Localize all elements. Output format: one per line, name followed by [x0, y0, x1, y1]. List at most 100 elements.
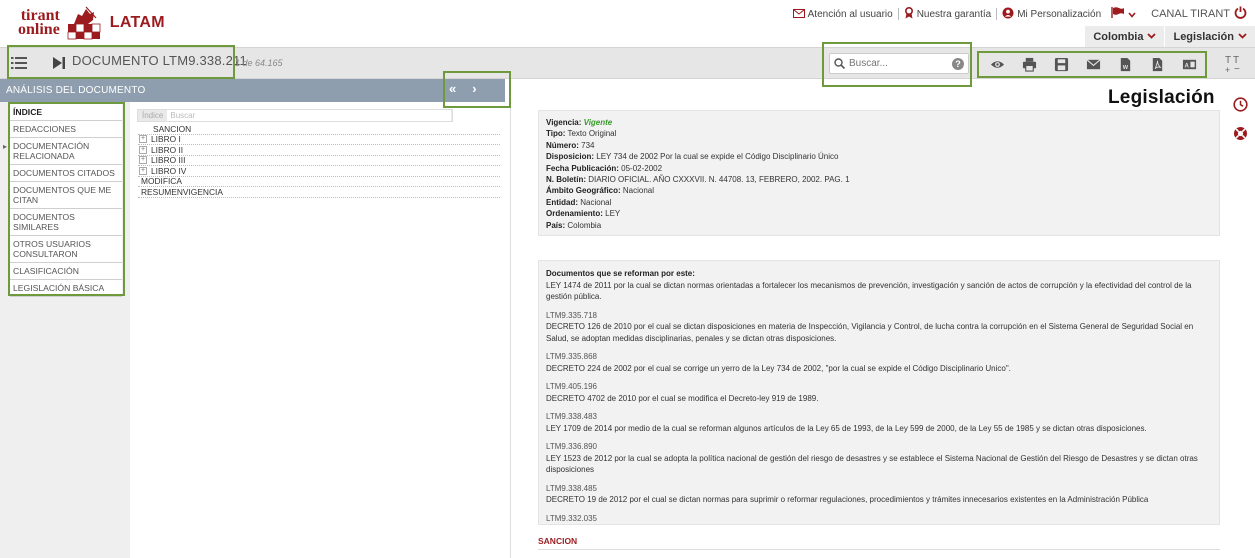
sancion-heading: SANCION — [538, 536, 578, 546]
nav-item-indice[interactable]: ÍNDICE — [10, 104, 122, 121]
list-menu-icon[interactable] — [11, 55, 27, 71]
save-button[interactable] — [1045, 53, 1077, 75]
garantia-link[interactable]: Nuestra garantía — [899, 6, 997, 22]
word-file-icon: W — [1120, 57, 1130, 71]
ref-item[interactable]: LTM9.338.483 LEY 1709 de 2014 por medio d… — [546, 411, 1212, 434]
tree-item-libro-i[interactable]: + LIBRO I — [138, 134, 500, 145]
tab-legislacion[interactable]: Legislación — [1164, 26, 1255, 47]
search-input[interactable] — [849, 58, 944, 69]
help-icon[interactable]: ? — [952, 57, 964, 70]
section-divider — [538, 549, 1220, 550]
atencion-link[interactable]: Atención al usuario — [788, 7, 898, 21]
save-icon — [1054, 57, 1068, 71]
caret-right-icon: ▸ — [3, 142, 8, 151]
top-links: Atención al usuario Nuestra garantía Mi … — [788, 6, 1247, 22]
reformed-documents-title: Documentos que se reforman por este: — [546, 269, 695, 278]
index-search-input[interactable]: Buscar — [167, 110, 451, 121]
svg-text:−: − — [1234, 64, 1240, 74]
view-button[interactable] — [981, 53, 1013, 75]
envelope-icon — [1086, 58, 1100, 69]
print-icon — [1022, 57, 1036, 72]
panel-divider[interactable] — [510, 79, 511, 558]
meta-pais: País: Colombia — [546, 220, 602, 230]
ref-item[interactable]: LTM9.332.035 — [546, 513, 1212, 525]
font-size-icon[interactable]: T T + − — [1224, 54, 1242, 75]
expand-plus-icon[interactable]: + — [139, 156, 147, 165]
analysis-panel-header: ANÁLISIS DEL DOCUMENTO — [0, 79, 505, 102]
nav-item-documentacion-relacionada[interactable]: DOCUMENTACIÓN RELACIONADA — [10, 138, 122, 165]
meta-entidad: Entidad: Nacional — [546, 197, 612, 207]
expand-plus-icon[interactable]: + — [139, 166, 147, 175]
pdf-export-button[interactable] — [1141, 53, 1173, 75]
history-clock-icon[interactable] — [1233, 97, 1248, 112]
flag-dropdown[interactable] — [1106, 7, 1141, 21]
translate-icon: A — [1182, 59, 1196, 69]
meta-fecha: Fecha Publicación: 05-02-2002 — [546, 163, 663, 173]
support-lifebuoy-icon[interactable] — [1233, 126, 1248, 141]
expand-plus-icon[interactable]: + — [139, 145, 147, 154]
canal-tirant-link[interactable]: CANAL TIRANT — [1151, 8, 1230, 20]
next-document-icon[interactable] — [52, 56, 66, 70]
search-icon — [834, 58, 845, 69]
personalizacion-label: Mi Personalización — [1017, 8, 1102, 20]
tirant-logo[interactable]: tirant online LATAM — [18, 6, 165, 40]
mail-icon — [792, 7, 805, 21]
award-icon — [904, 6, 914, 22]
nav-item-clasificacion[interactable]: CLASIFICACIÓN — [10, 263, 122, 280]
ref-item[interactable]: LTM9.335.718 DECRETO 126 de 2010 por el c… — [546, 310, 1212, 345]
nav-item-redacciones[interactable]: REDACCIONES — [10, 121, 122, 138]
meta-vigencia: Vigencia: Vigente — [546, 118, 613, 127]
document-count: 1 de 64.165 — [235, 58, 283, 68]
power-icon[interactable] — [1234, 6, 1247, 22]
analysis-panel-title: ANÁLISIS DEL DOCUMENTO — [6, 85, 146, 96]
panel-collapse-controls: « › — [449, 81, 477, 96]
app-header: tirant online LATAM Atención al usuario … — [0, 0, 1255, 47]
flag-icon — [1111, 7, 1125, 21]
nav-item-documentos-citados[interactable]: DOCUMENTOS CITADOS — [10, 165, 122, 182]
context-tabs: Colombia Legislación — [1084, 26, 1255, 47]
tree-item-libro-iii[interactable]: + LIBRO III — [138, 155, 500, 166]
expand-panel-icon[interactable]: › — [472, 81, 476, 96]
meta-disposicion: Disposicion: LEY 734 de 2002 Por la cual… — [546, 152, 839, 162]
tree-item-modifica[interactable]: MODIFICA — [138, 176, 500, 187]
expand-plus-icon[interactable]: + — [139, 135, 147, 144]
index-tree: SANCION + LIBRO I + LIBRO II + LIBRO III + L… — [138, 124, 500, 198]
ref-item[interactable]: LTM9.336.890 LEY 1523 de 2012 por la cual… — [546, 441, 1212, 476]
svg-text:W: W — [1122, 65, 1128, 71]
personalizacion-link[interactable]: Mi Personalización — [997, 7, 1106, 22]
chevron-down-icon — [1128, 7, 1136, 21]
tree-item-sancion[interactable]: SANCION — [138, 124, 500, 135]
ref-intro[interactable]: LEY 1474 de 2011 por la cual se dictan n… — [546, 280, 1212, 303]
tree-item-resumenvigencia[interactable]: RESUMENVIGENCIA — [138, 187, 500, 198]
ref-item[interactable]: LTM9.335.868 DECRETO 224 de 2002 por el c… — [546, 351, 1212, 374]
ref-item[interactable]: LTM9.338.485 DECRETO 19 de 2012 por el cu… — [546, 483, 1212, 506]
word-export-button[interactable]: W — [1109, 53, 1141, 75]
garantia-label: Nuestra garantía — [916, 8, 992, 20]
atencion-label: Atención al usuario — [807, 8, 893, 20]
tree-item-libro-ii[interactable]: + LIBRO II — [138, 145, 500, 156]
tree-item-libro-iv[interactable]: + LIBRO IV — [138, 166, 500, 177]
translate-button[interactable]: A — [1173, 53, 1205, 75]
meta-boletin: N. Boletín: DIARIO OFICIAL. AÑO CXXXVII.… — [546, 175, 850, 185]
meta-ambito: Ámbito Geográfico: Nacional — [546, 186, 655, 196]
reformed-documents: Documentos que se reforman por este: LEY… — [538, 260, 1220, 525]
svg-text:+: + — [1225, 65, 1230, 74]
email-button[interactable] — [1077, 53, 1109, 75]
print-button[interactable] — [1013, 53, 1045, 75]
tab-colombia[interactable]: Colombia — [1084, 26, 1165, 47]
meta-numero: Número: 734 — [546, 140, 595, 150]
svg-text:A: A — [1184, 62, 1189, 69]
document-toolbar: DOCUMENTO LTM9.338.211 1 de 64.165 ? W A — [0, 47, 1255, 79]
meta-tipo: Tipo: Texto Original — [546, 129, 617, 139]
meta-ordenamiento: Ordenamiento: LEY — [546, 209, 621, 219]
index-search: Índice Buscar — [137, 109, 453, 122]
document-tools: W A — [981, 53, 1205, 75]
page-title: Legislación — [1108, 87, 1215, 108]
nav-item-documentos-similares[interactable]: DOCUMENTOS SIMILARES — [10, 209, 122, 236]
collapse-panel-icon[interactable]: « — [449, 81, 456, 96]
pdf-file-icon — [1152, 57, 1162, 71]
nav-item-documentos-que-me-citan[interactable]: DOCUMENTOS QUE ME CITAN — [10, 182, 122, 209]
ref-item[interactable]: LTM9.405.196 DECRETO 4702 de 2010 por el … — [546, 381, 1212, 404]
nav-item-otros-usuarios[interactable]: OTROS USUARIOS CONSULTARON — [10, 236, 122, 263]
nav-item-legislacion-basica[interactable]: LEGISLACIÓN BÁSICA — [10, 280, 122, 297]
